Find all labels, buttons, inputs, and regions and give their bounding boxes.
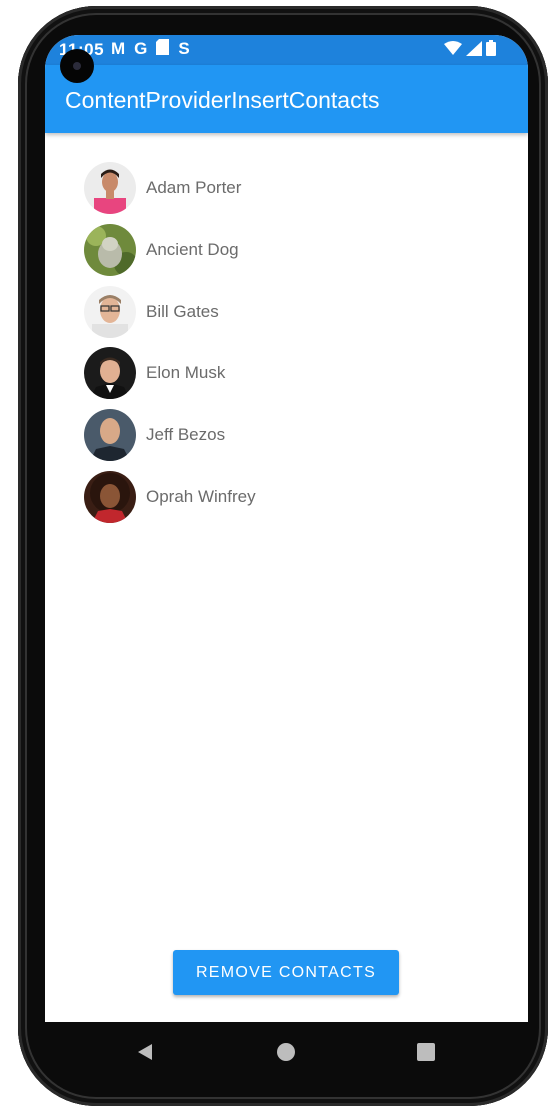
app-screen: 11:05 M G S ContentProviderInsertContact… (45, 35, 528, 1022)
recents-icon[interactable] (416, 1042, 436, 1062)
sync-icon: S (178, 39, 190, 58)
list-item[interactable]: Oprah Winfrey (84, 470, 504, 523)
battery-icon (486, 40, 496, 61)
list-item[interactable]: Bill Gates (84, 285, 504, 338)
sd-card-icon (156, 39, 170, 60)
notification-icons: M G S (111, 39, 190, 60)
front-camera (60, 49, 94, 83)
avatar (84, 409, 136, 462)
contact-name: Bill Gates (146, 301, 219, 321)
avatar (84, 223, 136, 276)
contact-name: Oprah Winfrey (146, 486, 256, 506)
status-bar: 11:05 M G S (45, 35, 528, 65)
google-icon: G (134, 39, 148, 58)
avatar (84, 162, 136, 214)
back-icon[interactable] (135, 1042, 155, 1062)
list-item[interactable]: Adam Porter (84, 162, 504, 214)
list-item[interactable]: Ancient Dog (84, 223, 504, 276)
avatar (84, 470, 136, 523)
system-icons (444, 40, 496, 61)
app-bar: ContentProviderInsertContacts (45, 65, 528, 133)
signal-icon (466, 40, 482, 61)
contact-name: Jeff Bezos (146, 425, 226, 445)
contact-list: Adam Porter Ancient Dog Bill Gates Elon … (84, 162, 504, 533)
list-item[interactable]: Jeff Bezos (84, 409, 504, 462)
app-title: ContentProviderInsertContacts (65, 87, 380, 113)
gmail-icon: M (111, 39, 126, 58)
avatar (84, 285, 136, 338)
avatar (84, 347, 136, 400)
contact-name: Ancient Dog (146, 239, 239, 259)
contact-name: Elon Musk (146, 363, 226, 383)
contact-name: Adam Porter (146, 178, 242, 197)
home-icon[interactable] (276, 1042, 296, 1062)
wifi-icon (444, 41, 462, 60)
remove-contacts-button[interactable]: REMOVE CONTACTS (173, 950, 399, 995)
list-item[interactable]: Elon Musk (84, 347, 504, 400)
camera-lens (73, 62, 81, 70)
navigation-bar (45, 1022, 528, 1082)
